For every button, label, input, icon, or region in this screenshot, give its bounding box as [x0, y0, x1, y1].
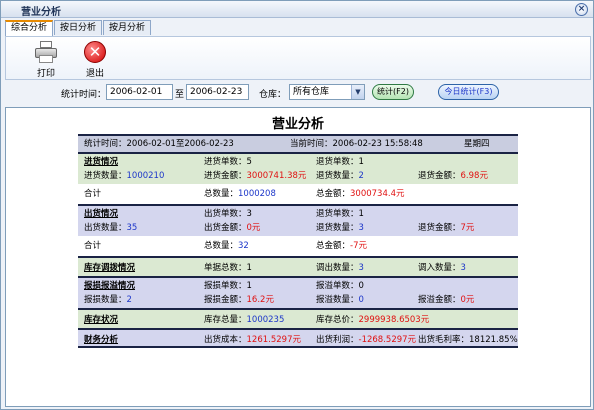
sales-total-row: 合计 总数量：32 总金额：-7元	[78, 236, 518, 256]
date-from-field[interactable]: 2006-02-01	[106, 84, 173, 100]
date-to-field[interactable]: 2006-02-23	[186, 84, 249, 100]
gain-amount: 报溢金额：0元	[418, 295, 475, 305]
transfer-heading: 库存调拨情况	[84, 263, 136, 273]
report-sheet: 统计时间：2006-02-01至2006-02-23 当前时间：2006-02-…	[78, 134, 518, 348]
window-title: 营业分析	[21, 7, 61, 18]
warehouse-label: 仓库：	[259, 90, 287, 100]
report-area: 营业分析 统计时间：2006-02-01至2006-02-23 当前时间：200…	[5, 107, 591, 407]
transfer-doc-total: 单据总数：1	[204, 263, 252, 273]
finance-row: 财务分析 出货成本：1261.5297元 出货利润：-1268.5297元 出货…	[78, 328, 518, 348]
to-label: 至	[175, 90, 185, 100]
print-label: 打印	[36, 69, 55, 79]
sales-row-1: 出货情况 出货单数：3 退货单数：1	[78, 204, 518, 220]
sales-amount: 出货金额：0元	[204, 223, 261, 233]
stock-total-qty: 库存总量：1000235	[204, 315, 285, 325]
loss-row-1: 报损报溢情况 报损单数：1 报溢单数：0	[78, 276, 518, 292]
printer-icon	[34, 40, 58, 64]
toolbar: 打印 ✕ 退出	[5, 36, 591, 80]
finance-profit: 出货利润：-1268.5297元	[316, 335, 417, 345]
loss-qty: 报损数量：2	[84, 295, 132, 305]
chevron-down-icon: ▼	[351, 85, 364, 99]
purchase-total-amount: 总金额：3000734.4元	[316, 189, 405, 199]
exit-icon: ✕	[83, 40, 107, 64]
report-title: 营业分析	[271, 117, 324, 132]
exit-label: 退出	[85, 69, 104, 79]
report-header-row: 统计时间：2006-02-01至2006-02-23 当前时间：2006-02-…	[78, 134, 518, 152]
stat-button[interactable]: 统计(F2)	[372, 84, 414, 100]
sales-return-qty: 退货数量：3	[316, 223, 364, 233]
purchase-total-label: 合计	[84, 189, 102, 199]
purchase-row-2: 进货数量：1000210 进货金额：3000741.38元 退货数量：2 退货金…	[78, 168, 518, 184]
today-stat-button[interactable]: 今日统计(F3)	[438, 84, 499, 100]
close-icon[interactable]: ×	[575, 3, 588, 16]
period-label: 统计时间：	[61, 90, 107, 100]
loss-row-2: 报损数量：2 报损金额：16.2元 报溢数量：0 报溢金额：0元	[78, 292, 518, 308]
finance-margin: 出货毛利率：18121.85%	[418, 335, 518, 345]
weekday-text: 星期四	[464, 139, 490, 149]
tab-daily[interactable]: 按日分析	[54, 20, 103, 35]
purchase-return-amount: 退货金额：6.98元	[418, 171, 488, 181]
print-button[interactable]: 打印	[28, 40, 64, 79]
main-window: 营业分析 × 综合分析 按日分析 按月分析 打印 ✕ 退出 统计时间： 2006…	[0, 0, 594, 410]
stock-row: 库存状况 库存总量：1000235 库存总价：2999938.6503元	[78, 308, 518, 328]
purchase-total-row: 合计 总数量：1000208 总金额：3000734.4元	[78, 184, 518, 204]
stock-total-value: 库存总价：2999938.6503元	[316, 315, 430, 325]
exit-button[interactable]: ✕ 退出	[77, 40, 113, 79]
sales-row-2: 出货数量：35 出货金额：0元 退货数量：3 退货金额：7元	[78, 220, 518, 236]
transfer-out-qty: 调出数量：3	[316, 263, 364, 273]
sales-total-label: 合计	[84, 241, 102, 251]
title-bar: 营业分析 ×	[1, 1, 593, 18]
sales-qty: 出货数量：35	[84, 223, 138, 233]
transfer-row: 库存调拨情况 单据总数：1 调出数量：3 调入数量：3	[78, 256, 518, 276]
purchase-qty: 进货数量：1000210	[84, 171, 165, 181]
purchase-amount: 进货金额：3000741.38元	[204, 171, 307, 181]
stock-heading: 库存状况	[84, 315, 119, 325]
filter-bar: 统计时间： 2006-02-01 至 2006-02-23 仓库： 所有仓库 ▼…	[1, 83, 593, 103]
sales-return-amount: 退货金额：7元	[418, 223, 475, 233]
loss-amount: 报损金额：16.2元	[204, 295, 274, 305]
period-text: 统计时间：2006-02-01至2006-02-23	[84, 139, 234, 149]
tab-monthly[interactable]: 按月分析	[103, 20, 152, 35]
transfer-in-qty: 调入数量：3	[418, 263, 466, 273]
warehouse-select[interactable]: 所有仓库 ▼	[289, 84, 365, 100]
purchase-total-qty: 总数量：1000208	[204, 189, 276, 199]
current-time-label: 当前时间：2006-02-23 15:58:48	[290, 139, 423, 149]
tab-overall[interactable]: 综合分析	[5, 20, 54, 36]
purchase-row-1: 进货情况 进货单数：5 退货单数：1	[78, 152, 518, 168]
tab-strip: 综合分析 按日分析 按月分析	[5, 20, 152, 36]
gain-qty: 报溢数量：0	[316, 295, 364, 305]
finance-cost: 出货成本：1261.5297元	[204, 335, 301, 345]
sales-total-amount: 总金额：-7元	[316, 241, 367, 251]
sales-total-qty: 总数量：32	[204, 241, 249, 251]
finance-heading: 财务分析	[84, 335, 119, 345]
purchase-return-qty: 退货数量：2	[316, 171, 364, 181]
